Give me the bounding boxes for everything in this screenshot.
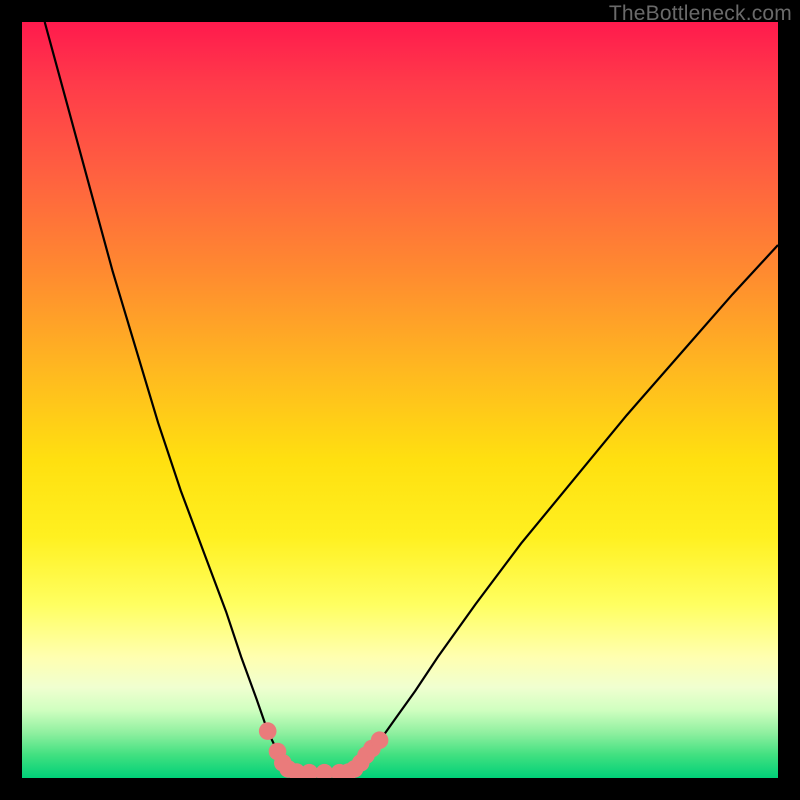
chart-svg bbox=[22, 22, 778, 778]
watermark-text: TheBottleneck.com bbox=[609, 2, 792, 26]
trough-marker-group bbox=[259, 722, 389, 778]
chart-canvas bbox=[22, 22, 778, 778]
curve-left bbox=[45, 22, 288, 769]
curve-right bbox=[355, 245, 778, 769]
